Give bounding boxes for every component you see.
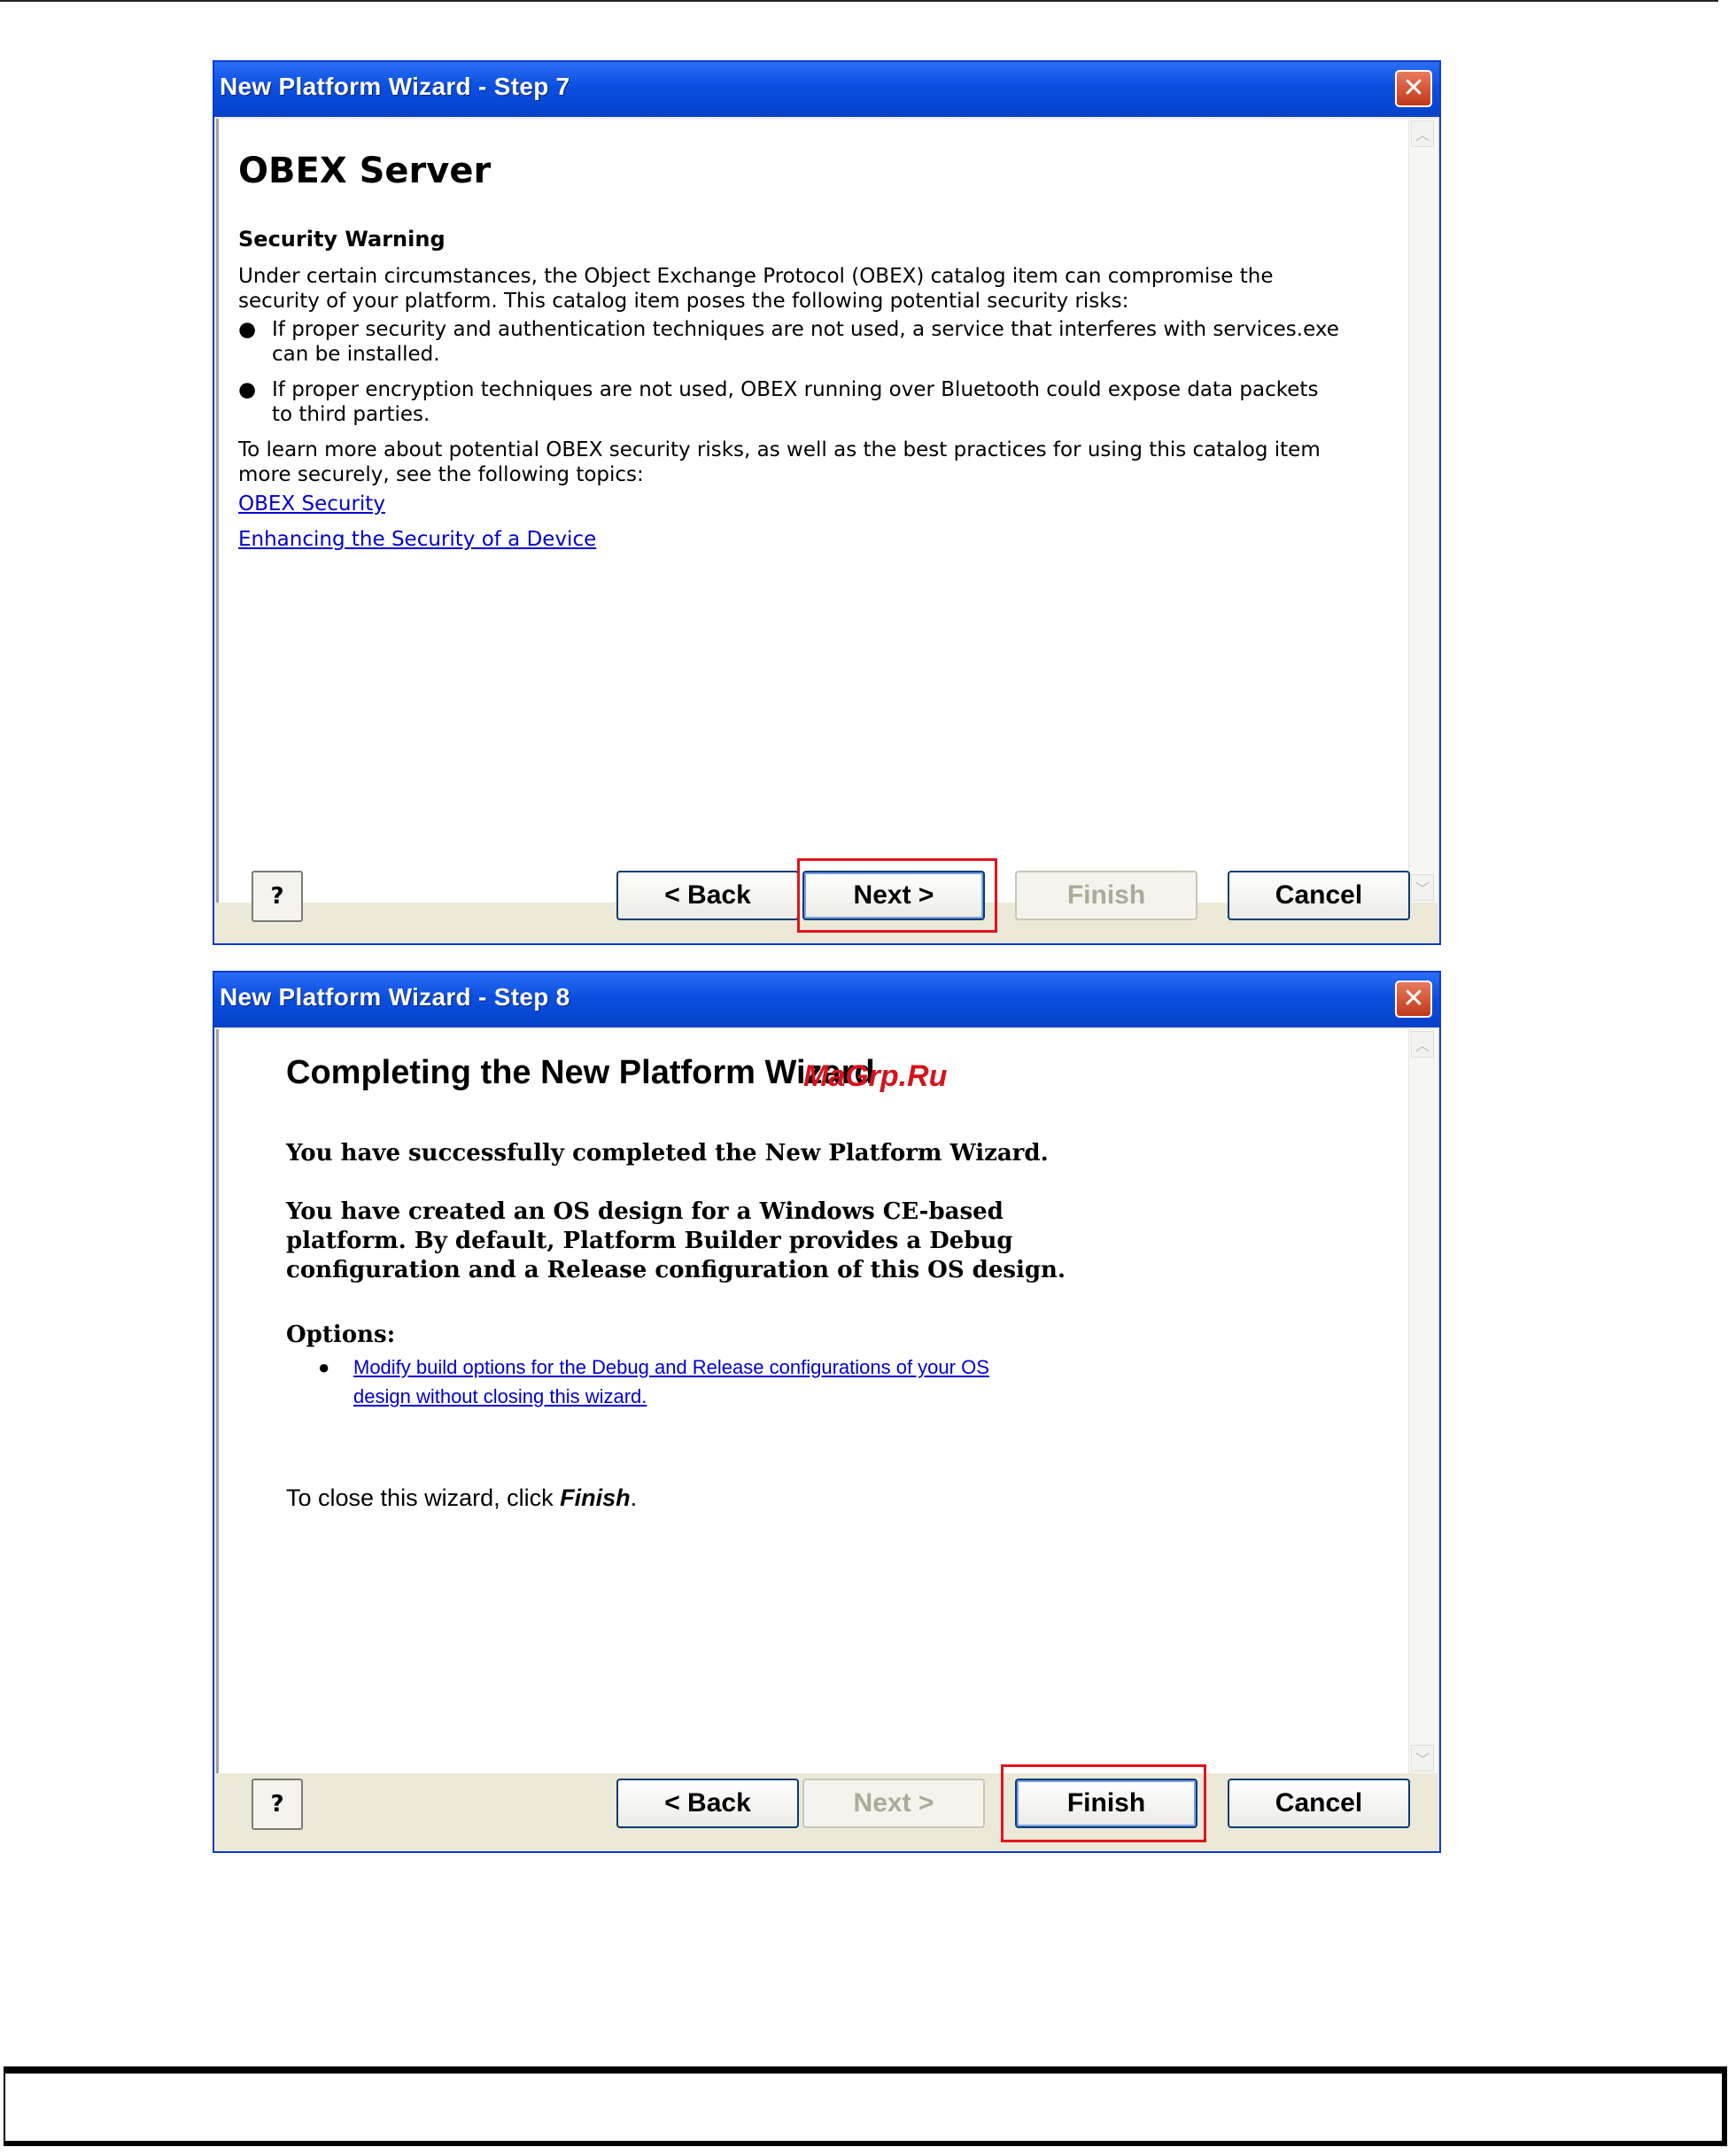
vertical-scrollbar[interactable]: ︿ ﹀ <box>1408 119 1436 903</box>
link-line[interactable]: Modify build options for the Debug and R… <box>353 1353 1027 1382</box>
link-enhancing-security[interactable]: Enhancing the Security of a Device <box>238 528 596 551</box>
intro-text: Under certain circumstances, the Object … <box>238 264 1274 314</box>
highlight-box <box>1001 1764 1206 1842</box>
bullet-icon: ● <box>238 318 257 341</box>
close-x-icon: ✕ <box>1402 73 1425 104</box>
page-title: Completing the New Platform Wizard <box>286 1054 875 1091</box>
top-rule <box>0 0 1718 2</box>
watermark: MaGrp.Ru <box>803 1059 948 1093</box>
section-heading: Security Warning <box>238 227 446 252</box>
close-note-emphasis: Finish <box>560 1484 631 1511</box>
window-title: New Platform Wizard - Step 7 <box>220 73 570 100</box>
next-button[interactable]: Next > <box>802 1779 985 1828</box>
help-icon: ? <box>270 1791 284 1818</box>
bullet-line: can be installed. <box>272 343 440 366</box>
wizard-dialog-step-7: New Platform Wizard - Step 7 ✕ OBEX Serv… <box>213 60 1441 945</box>
help-button[interactable]: ? <box>252 1779 303 1830</box>
description-line: platform. By default, Platform Builder p… <box>286 1228 1013 1254</box>
bullet-icon: ● <box>318 1356 330 1378</box>
link-obex-security[interactable]: OBEX Security <box>238 492 385 515</box>
outro-line: To learn more about potential OBEX secur… <box>238 438 1321 461</box>
bullet-line: to third parties. <box>272 403 430 426</box>
cancel-button[interactable]: Cancel <box>1228 1779 1410 1828</box>
page-title: OBEX Server <box>238 151 492 191</box>
vertical-scrollbar[interactable]: ︿ ﹀ <box>1408 1029 1436 1773</box>
wizard-content: Completing the New Platform Wizard MaGrp… <box>216 1029 1438 1773</box>
close-note-period: . <box>630 1484 638 1511</box>
chevron-up-icon[interactable]: ︿ <box>1411 120 1434 147</box>
bullet-line: If proper encryption techniques are not … <box>272 378 1319 401</box>
options-label: Options: <box>286 1322 396 1348</box>
window-title: New Platform Wizard - Step 8 <box>220 983 570 1011</box>
finish-button[interactable]: Finish <box>1015 871 1197 920</box>
button-bar: ? < Back Next > Finish Cancel <box>214 844 1439 943</box>
bullet-icon: ● <box>238 378 257 401</box>
back-button[interactable]: < Back <box>616 871 799 920</box>
cancel-button[interactable]: Cancel <box>1228 871 1410 920</box>
description-line: You have created an OS design for a Wind… <box>286 1198 1004 1225</box>
help-button[interactable]: ? <box>252 871 303 922</box>
outro-text: To learn more about potential OBEX secur… <box>238 438 1321 487</box>
close-x-icon: ✕ <box>1402 983 1425 1014</box>
close-note-text: To close this wizard, click <box>286 1484 561 1511</box>
help-icon: ? <box>270 883 284 910</box>
close-instructions: To close this wizard, click Finish. <box>286 1484 637 1512</box>
bullet-line: If proper security and authentication te… <box>272 318 1339 341</box>
wizard-dialog-step-8: New Platform Wizard - Step 8 ✕ Completin… <box>213 971 1441 1853</box>
footer-frame <box>4 2066 1727 2146</box>
title-bar[interactable]: New Platform Wizard - Step 7 ✕ <box>214 62 1439 117</box>
close-button[interactable]: ✕ <box>1395 70 1432 107</box>
intro-line: Under certain circumstances, the Object … <box>238 265 1274 288</box>
close-button[interactable]: ✕ <box>1395 981 1432 1018</box>
intro-line: security of your platform. This catalog … <box>238 290 1129 313</box>
outro-line: more securely, see the following topics: <box>238 463 644 486</box>
button-bar: ? < Back Next > Finish Cancel <box>214 1752 1439 1851</box>
wizard-content: OBEX Server Security Warning Under certa… <box>216 119 1438 903</box>
description-text: You have created an OS design for a Wind… <box>286 1198 1066 1285</box>
completion-text: You have successfully completed the New … <box>286 1140 1049 1167</box>
title-bar[interactable]: New Platform Wizard - Step 8 ✕ <box>214 973 1439 1027</box>
link-line[interactable]: design without closing this wizard. <box>353 1382 1027 1411</box>
highlight-box <box>797 858 997 933</box>
chevron-up-icon[interactable]: ︿ <box>1411 1031 1434 1058</box>
back-button[interactable]: < Back <box>616 1779 799 1828</box>
modify-build-options-link[interactable]: Modify build options for the Debug and R… <box>353 1353 1027 1411</box>
description-line: configuration and a Release configuratio… <box>286 1257 1066 1283</box>
